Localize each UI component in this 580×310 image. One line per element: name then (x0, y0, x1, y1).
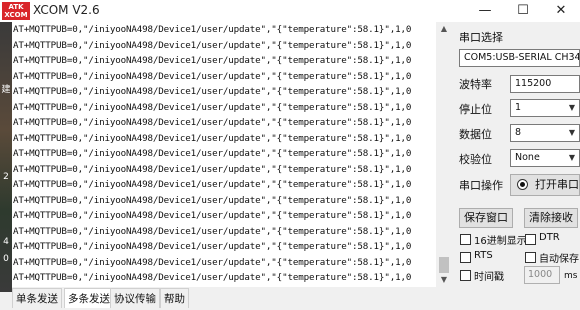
stop-bits-label: 停止位 (459, 103, 492, 116)
log-line: AT+MQTTPUB=0,"/iniyooNA498/Device1/user/… (13, 148, 412, 159)
hex-display-checkbox[interactable] (460, 234, 471, 245)
window-title: XCOM V2.6 (33, 3, 100, 17)
log-line: AT+MQTTPUB=0,"/iniyooNA498/Device1/user/… (13, 55, 412, 66)
tab-multi-send[interactable]: 多条发送 (64, 288, 114, 308)
strip-glyph: 2 (3, 172, 9, 182)
interval-input[interactable]: 1000 (524, 266, 560, 284)
serial-op-label: 串口操作 (459, 179, 503, 192)
strip-glyph: 0 (3, 254, 9, 264)
chevron-down-icon: ▼ (565, 150, 579, 166)
parity-select[interactable]: None ▼ (510, 149, 580, 167)
log-line: AT+MQTTPUB=0,"/iniyooNA498/Device1/user/… (13, 132, 412, 144)
log-line: AT+MQTTPUB=0,"/iniyooNA498/Device1/user/… (13, 272, 412, 283)
data-bits-select[interactable]: 8 ▼ (510, 124, 580, 142)
log-line: AT+MQTTPUB=0,"/iniyooNA498/Device1/user/… (13, 24, 412, 35)
scroll-down-icon[interactable]: ▼ (436, 273, 452, 287)
log-line: AT+MQTTPUB=0,"/iniyooNA498/Device1/user/… (13, 210, 412, 221)
title-bar: ATK XCOM XCOM V2.6 — ☐ ✕ (0, 0, 580, 22)
log-scrollbar[interactable]: ▲ ▼ (436, 22, 452, 287)
log-line: AT+MQTTPUB=0,"/iniyooNA498/Device1/user/… (13, 256, 412, 268)
log-line: AT+MQTTPUB=0,"/iniyooNA498/Device1/user/… (13, 117, 412, 128)
maximize-button[interactable]: ☐ (504, 0, 542, 22)
open-port-label: 打开串口 (535, 178, 579, 191)
port-status-icon (517, 179, 528, 190)
open-port-button[interactable]: 打开串口 (510, 174, 580, 196)
data-bits-label: 数据位 (459, 128, 492, 141)
settings-panel: 串口选择 COM5:USB-SERIAL CH340 波特率 115200 停止… (452, 22, 580, 310)
timestamp-checkbox[interactable] (460, 270, 471, 281)
log-line: AT+MQTTPUB=0,"/iniyooNA498/Device1/user/… (13, 163, 412, 175)
app-logo-icon: ATK XCOM (2, 2, 30, 20)
log-line: AT+MQTTPUB=0,"/iniyooNA498/Device1/user/… (13, 241, 412, 252)
chevron-down-icon: ▼ (565, 125, 579, 141)
send-tabs: 单条发送 多条发送 协议传输 帮助 (12, 288, 452, 310)
dtr-checkbox[interactable] (525, 234, 536, 245)
log-line: AT+MQTTPUB=0,"/iniyooNA498/Device1/user/… (13, 179, 412, 190)
close-button[interactable]: ✕ (542, 0, 580, 22)
dtr-label: DTR (539, 232, 560, 243)
log-line: AT+MQTTPUB=0,"/iniyooNA498/Device1/user/… (13, 194, 412, 206)
hex-display-label: 16进制显示 (474, 236, 527, 247)
scroll-thumb[interactable] (439, 257, 449, 273)
log-line: AT+MQTTPUB=0,"/iniyooNA498/Device1/user/… (13, 70, 412, 82)
receive-log[interactable]: AT+MQTTPUB=0,"/iniyooNA498/Device1/user/… (12, 22, 436, 287)
log-line: AT+MQTTPUB=0,"/iniyooNA498/Device1/user/… (13, 86, 412, 97)
chevron-down-icon: ▼ (565, 100, 579, 116)
baud-label: 波特率 (459, 78, 492, 91)
data-bits-value: 8 (515, 127, 522, 138)
tab-help[interactable]: 帮助 (160, 288, 189, 308)
save-window-button[interactable]: 保存窗口 (459, 208, 513, 228)
minimize-button[interactable]: — (466, 0, 504, 22)
parity-value: None (515, 152, 540, 163)
timestamp-label: 时间戳 (474, 272, 504, 283)
background-window-strip: 建 2 4 0 (0, 22, 12, 292)
log-line: AT+MQTTPUB=0,"/iniyooNA498/Device1/user/… (13, 101, 412, 113)
tab-protocol[interactable]: 协议传输 (110, 288, 160, 308)
strip-glyph: 4 (3, 237, 9, 247)
interval-unit-label: ms (564, 271, 578, 281)
log-line: AT+MQTTPUB=0,"/iniyooNA498/Device1/user/… (13, 39, 412, 51)
baud-select[interactable]: 115200 (510, 75, 580, 93)
clear-receive-button[interactable]: 清除接收 (524, 208, 578, 228)
auto-save-checkbox[interactable] (525, 252, 536, 263)
port-select[interactable]: COM5:USB-SERIAL CH340 (459, 49, 580, 67)
baud-select-value: 115200 (515, 78, 552, 89)
tab-single-send[interactable]: 单条发送 (12, 288, 62, 308)
stop-bits-value: 1 (515, 102, 522, 113)
port-select-value: COM5:USB-SERIAL CH340 (464, 52, 580, 63)
rts-label: RTS (474, 250, 493, 261)
port-label: 串口选择 (459, 31, 503, 44)
auto-save-label: 自动保存 (539, 254, 579, 265)
rts-checkbox[interactable] (460, 252, 471, 263)
stop-bits-select[interactable]: 1 ▼ (510, 99, 580, 117)
strip-glyph: 建 (1, 85, 11, 95)
scroll-up-icon[interactable]: ▲ (436, 22, 452, 36)
parity-label: 校验位 (459, 153, 492, 166)
log-line: AT+MQTTPUB=0,"/iniyooNA498/Device1/user/… (13, 225, 412, 237)
